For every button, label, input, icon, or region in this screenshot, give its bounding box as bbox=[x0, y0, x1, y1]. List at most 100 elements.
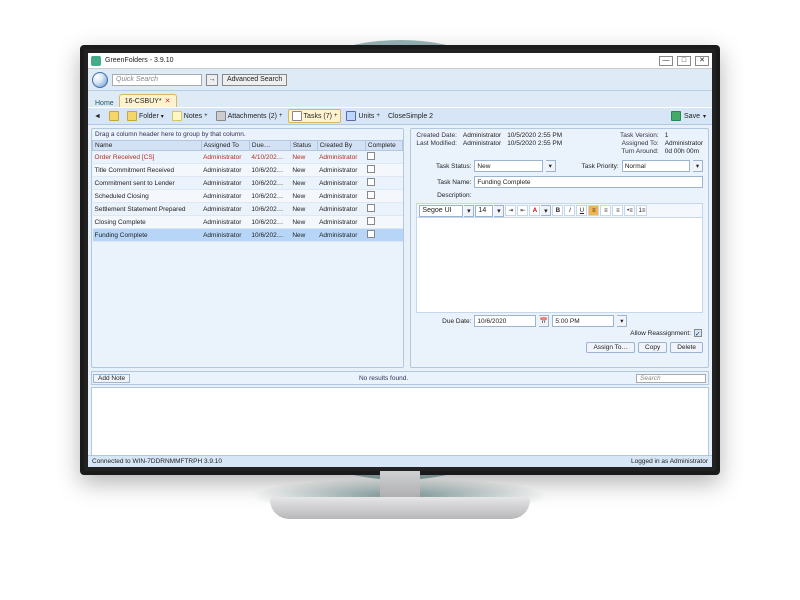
due-date-input[interactable]: 10/6/2020 bbox=[474, 315, 536, 327]
notes-area bbox=[91, 387, 709, 465]
modified-ts-value: 10/5/2020 2:55 PM bbox=[507, 140, 562, 147]
underline-button[interactable]: U bbox=[576, 205, 587, 216]
bullets-button[interactable]: •≡ bbox=[624, 205, 635, 216]
notes-bar: Add Note No results found. Search bbox=[91, 371, 709, 385]
advanced-search-button[interactable]: Advanced Search bbox=[222, 74, 287, 86]
column-header[interactable]: Assigned To bbox=[201, 141, 249, 151]
table-row[interactable]: Order Received [CS]Administrator4/10/202… bbox=[93, 151, 403, 164]
notes-button[interactable]: Notes+ bbox=[169, 109, 211, 123]
created-label: Created Date: bbox=[416, 132, 456, 139]
bold-button[interactable]: B bbox=[552, 205, 563, 216]
units-icon bbox=[346, 111, 356, 121]
align-left-button[interactable]: ≡ bbox=[588, 205, 599, 216]
table-row[interactable]: Closing CompleteAdministrator10/6/202…Ne… bbox=[93, 216, 403, 229]
due-date-label: Due Date: bbox=[416, 318, 471, 325]
created-ts-value: 10/5/2020 2:55 PM bbox=[507, 132, 562, 139]
column-header[interactable]: Created By bbox=[317, 141, 365, 151]
task-status-label: Task Status: bbox=[416, 163, 471, 170]
created-by-value: Administrator bbox=[463, 132, 501, 139]
align-center-button[interactable]: ≡ bbox=[600, 205, 611, 216]
outdent-button[interactable]: ⇤ bbox=[517, 205, 528, 216]
tab-strip: Home 16-CSBUY* ✕ bbox=[88, 91, 712, 107]
indent-button[interactable]: ⇥ bbox=[505, 205, 516, 216]
calendar-icon[interactable]: 📅 bbox=[539, 315, 549, 327]
app-icon bbox=[91, 56, 101, 66]
window-titlebar: GreenFolders - 3.9.10 — □ ✕ bbox=[88, 53, 712, 69]
units-button[interactable]: Units+ bbox=[343, 109, 382, 123]
column-header[interactable]: Complete bbox=[365, 141, 403, 151]
align-right-button[interactable]: ≡ bbox=[612, 205, 623, 216]
group-by-hint: Drag a column header here to group by th… bbox=[92, 129, 403, 140]
task-grid-pane: Drag a column header here to group by th… bbox=[91, 128, 404, 368]
column-header[interactable]: Status bbox=[290, 141, 317, 151]
numbers-button[interactable]: 1≡ bbox=[636, 205, 647, 216]
task-name-label: Task Name: bbox=[416, 179, 471, 186]
folder-icon bbox=[127, 111, 137, 121]
size-dd-icon[interactable]: ▾ bbox=[494, 205, 504, 217]
allow-reassign-checkbox[interactable]: ✓ bbox=[694, 329, 702, 337]
folder-button[interactable]: Folder▾ bbox=[124, 109, 167, 123]
notes-search-input[interactable]: Search bbox=[636, 374, 706, 383]
assignedto-label: Assigned To: bbox=[620, 140, 659, 147]
quick-search-input[interactable]: Quick Search bbox=[112, 74, 202, 86]
task-status-select[interactable]: New bbox=[474, 160, 542, 172]
main-toolbar: ◄ Folder▾ Notes+ Attachments (2)+ Tasks … bbox=[88, 107, 712, 125]
description-textarea[interactable] bbox=[416, 217, 703, 313]
attachments-button[interactable]: Attachments (2)+ bbox=[213, 109, 286, 123]
save-button[interactable]: Save▾ bbox=[668, 109, 709, 123]
status-dd-icon[interactable]: ▾ bbox=[546, 160, 556, 172]
turnaround-label: Turn Around: bbox=[620, 148, 659, 155]
search-bar: Quick Search → Advanced Search bbox=[88, 69, 712, 91]
search-go-button[interactable]: → bbox=[206, 74, 218, 86]
task-detail-pane: Created Date: Administrator 10/5/2020 2:… bbox=[410, 128, 709, 368]
maximize-button[interactable]: □ bbox=[677, 56, 691, 66]
print-icon bbox=[109, 111, 119, 121]
table-row[interactable]: Settlement Statement PreparedAdministrat… bbox=[93, 203, 403, 216]
table-row[interactable]: Funding CompleteAdministrator10/6/202…Ne… bbox=[93, 229, 403, 242]
window-title: GreenFolders - 3.9.10 bbox=[105, 57, 173, 64]
task-grid[interactable]: NameAssigned ToDue…StatusCreated ByCompl… bbox=[92, 140, 403, 242]
italic-button[interactable]: I bbox=[564, 205, 575, 216]
priority-dd-icon[interactable]: ▾ bbox=[693, 160, 703, 172]
version-label: Task Version: bbox=[620, 132, 659, 139]
tasks-icon bbox=[292, 111, 302, 121]
home-tab[interactable]: Home bbox=[92, 100, 117, 107]
turnaround-value: 0d 00h 00m bbox=[665, 148, 703, 155]
font-dd-icon[interactable]: ▾ bbox=[464, 205, 474, 217]
print-button[interactable] bbox=[106, 109, 122, 123]
close-button[interactable]: ✕ bbox=[695, 56, 709, 66]
back-button[interactable]: ◄ bbox=[91, 109, 104, 123]
size-select[interactable]: 14 bbox=[475, 205, 493, 217]
add-note-button[interactable]: Add Note bbox=[93, 374, 130, 383]
textcolor-button[interactable]: A bbox=[529, 205, 540, 216]
table-row[interactable]: Scheduled ClosingAdministrator10/6/202…N… bbox=[93, 190, 403, 203]
minimize-button[interactable]: — bbox=[659, 56, 673, 66]
table-row[interactable]: Title Commitment ReceivedAdministrator10… bbox=[93, 164, 403, 177]
due-time-input[interactable]: 5:00 PM bbox=[552, 315, 614, 327]
file-tab-label: 16-CSBUY* bbox=[125, 98, 162, 105]
tasks-button[interactable]: Tasks (7)+ bbox=[288, 109, 342, 123]
task-name-input[interactable]: Funding Complete bbox=[474, 176, 703, 188]
file-tab[interactable]: 16-CSBUY* ✕ bbox=[119, 94, 177, 107]
time-dd-icon[interactable]: ▾ bbox=[617, 315, 627, 327]
delete-button[interactable]: Delete bbox=[670, 342, 703, 353]
assign-to-button[interactable]: Assign To… bbox=[586, 342, 635, 353]
rte-toolbar: Segoe UI▾ 14▾ ⇥ ⇤ A▾ B I U ≡ ≡ ≡ •≡ 1≡ bbox=[416, 203, 703, 217]
font-select[interactable]: Segoe UI bbox=[419, 205, 463, 217]
copy-button[interactable]: Copy bbox=[638, 342, 667, 353]
textcolor-dd[interactable]: ▾ bbox=[541, 205, 551, 216]
task-priority-select[interactable]: Normal bbox=[622, 160, 690, 172]
allow-reassign-label: Allow Reassignment: bbox=[630, 330, 691, 337]
assignedto-value: Administrator bbox=[665, 140, 703, 147]
close-tab-icon[interactable]: ✕ bbox=[165, 97, 171, 105]
closesimple-button[interactable]: CloseSimple 2 bbox=[385, 109, 436, 123]
table-row[interactable]: Commitment sent to LenderAdministrator10… bbox=[93, 177, 403, 190]
modified-label: Last Modified: bbox=[416, 140, 456, 147]
save-icon bbox=[671, 111, 681, 121]
column-header[interactable]: Name bbox=[93, 141, 202, 151]
version-value: 1 bbox=[665, 132, 703, 139]
column-header[interactable]: Due… bbox=[249, 141, 290, 151]
task-priority-label: Task Priority: bbox=[559, 163, 619, 170]
login-status: Logged in as Administrator bbox=[631, 458, 708, 465]
home-orb-icon[interactable] bbox=[92, 72, 108, 88]
